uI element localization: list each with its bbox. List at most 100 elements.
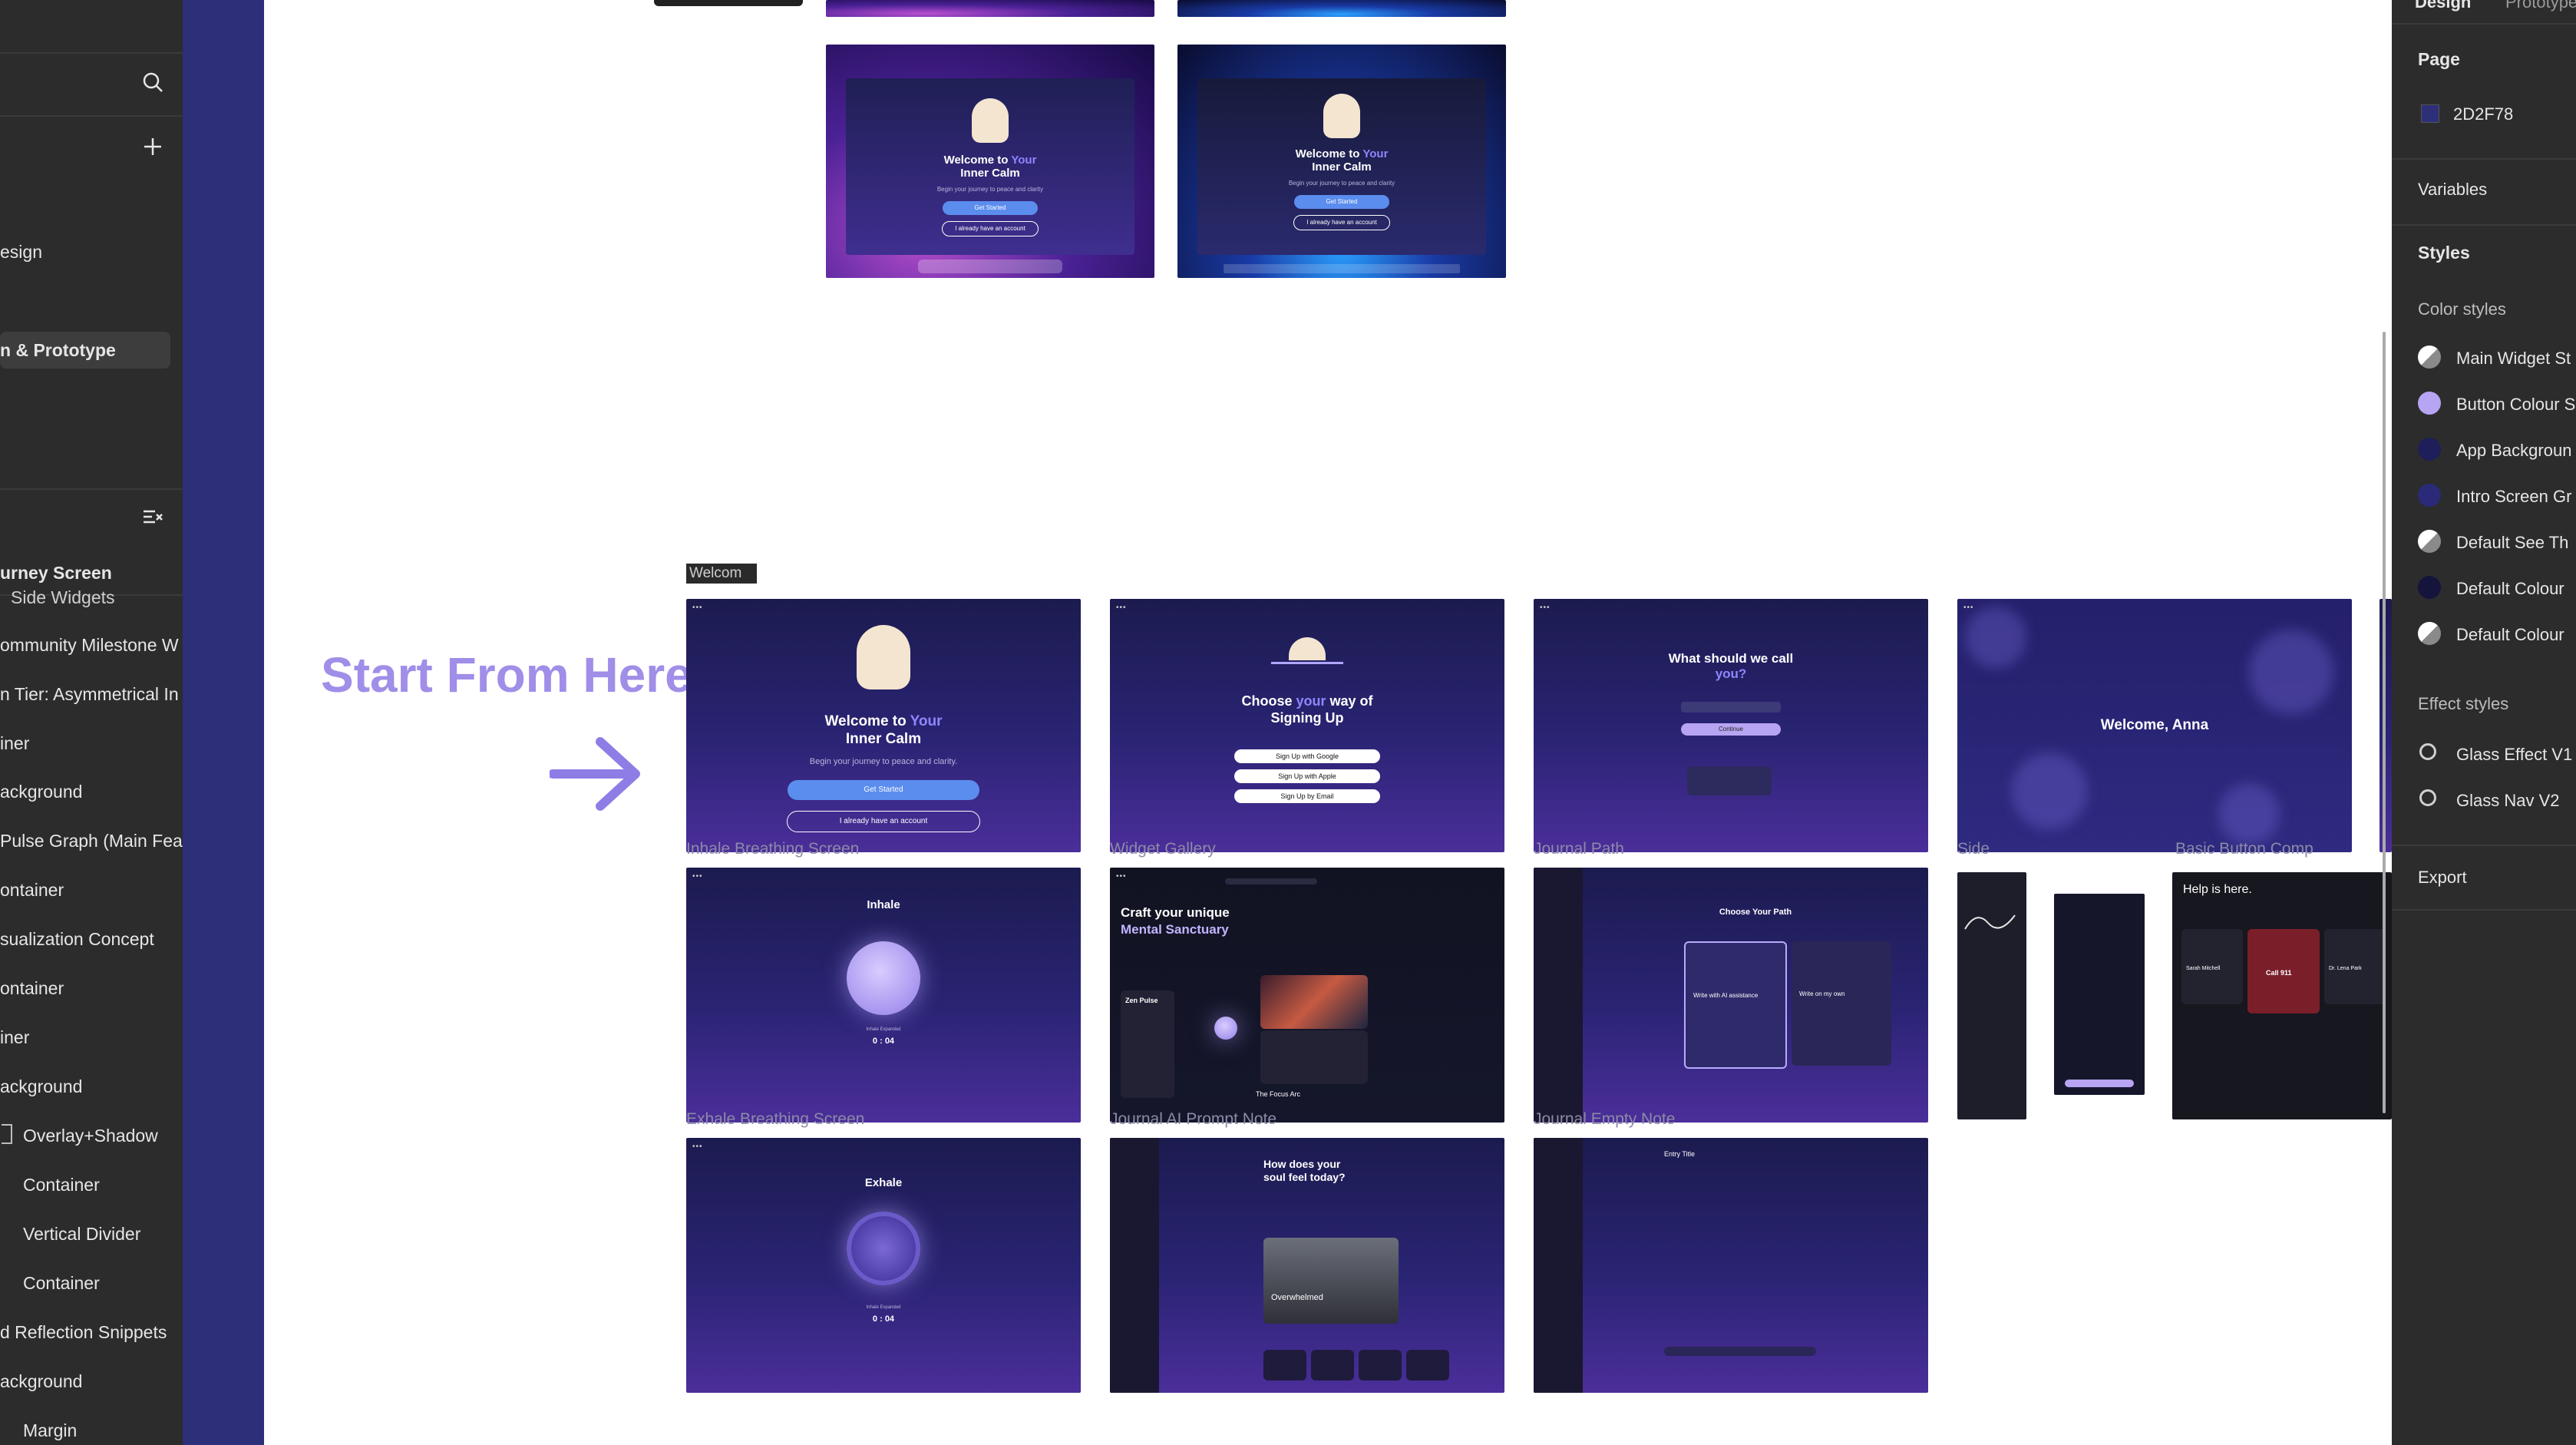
name-screen-frame[interactable]: ••• What should we call you? Continue [1534, 599, 1928, 852]
signup-screen-frame[interactable]: ••• Choose your way of Signing Up Sign Up… [1110, 599, 1504, 852]
ghost-mascot [972, 98, 1009, 143]
window-dots: ••• [692, 872, 703, 881]
frame-label: Journal Empty Note [1534, 1110, 1676, 1128]
color-style-swatch[interactable] [2418, 576, 2441, 599]
mood-image-card: Overwhelmed [1263, 1238, 1399, 1324]
export-label[interactable]: Export [2418, 868, 2467, 888]
layer-item[interactable]: Vertical Divider [23, 1212, 140, 1255]
layer-item[interactable]: iner [0, 1016, 29, 1059]
properties-panel: Design Prototype Page 2D2F78 Variables S… [2392, 0, 2576, 1445]
exhale-caption: Inhale Expanded [866, 1305, 901, 1310]
search-icon[interactable] [141, 71, 164, 94]
mood-chip [1311, 1350, 1354, 1381]
color-style-name[interactable]: Default Colour [2456, 625, 2564, 645]
effect-style-name[interactable]: Glass Effect V1 [2456, 745, 2572, 765]
frame-icon [2, 1124, 12, 1144]
layer-item[interactable]: d Reflection Snippets [0, 1311, 167, 1354]
color-style-name[interactable]: Button Colour S [2456, 395, 2575, 415]
windows-preview-top[interactable] [1177, 0, 1506, 17]
color-style-name[interactable]: Default See Th [2456, 533, 2568, 553]
layer-item[interactable]: sualization Concept [0, 918, 154, 961]
pulse-graph [1964, 914, 2016, 930]
variables-label[interactable]: Variables [2418, 180, 2487, 200]
windows-preview-frame[interactable]: Welcome to Your Inner Calm Begin your jou… [1177, 45, 1506, 278]
insights-frame[interactable] [1957, 872, 2026, 1119]
frame-label: Exhale Breathing Screen [686, 1110, 865, 1128]
entry-title: Entry Title [1664, 1150, 1696, 1158]
layer-item[interactable]: Container [23, 1163, 100, 1206]
layer-item[interactable]: iner [0, 722, 29, 765]
mood-journal-frame[interactable]: How does your soul feel today? Overwhelme… [1110, 1138, 1504, 1393]
color-style-name[interactable]: Intro Screen Gr [2456, 487, 2571, 507]
phone-button [2065, 1080, 2134, 1087]
color-style-swatch[interactable] [2418, 346, 2441, 369]
layer-item[interactable]: Pulse Graph (Main Fea [0, 819, 183, 862]
selection-handle [654, 0, 803, 6]
get-started-button: Get Started [788, 780, 979, 800]
page-item-design[interactable]: esign [0, 236, 42, 267]
layer-item[interactable]: ackground [0, 1065, 82, 1108]
welcome-anna-frame[interactable]: ••• Welcome, Anna [1957, 599, 2352, 852]
mood-chip [1406, 1350, 1449, 1381]
page-section-title: Page [2418, 49, 2460, 69]
color-style-swatch[interactable] [2418, 622, 2441, 645]
color-style-name[interactable]: Main Widget St [2456, 349, 2571, 369]
offscreen-frame[interactable] [2379, 599, 2392, 852]
help-title: Help is here. [2183, 883, 2252, 896]
inhale-timer: 0 : 04 [872, 1037, 895, 1046]
frame-name-tag[interactable]: Welcom [686, 564, 757, 584]
preview-primary-button: Get Started [1294, 195, 1389, 209]
layer-item[interactable]: Container [23, 1261, 100, 1304]
scrollbar[interactable] [2383, 332, 2386, 1113]
layer-item[interactable]: ontainer [0, 967, 64, 1010]
page-color-value[interactable]: 2D2F78 [2453, 104, 2513, 124]
add-page-icon[interactable] [141, 135, 164, 158]
layer-item[interactable]: ontainer [0, 868, 64, 911]
journal-sidebar [1534, 868, 1583, 1123]
entry-editor-frame[interactable]: Entry Title [1534, 1138, 1928, 1393]
app-window: Welcome to Your Inner Calm Begin your jou… [846, 78, 1134, 255]
color-style-name[interactable]: App Backgroun [2456, 441, 2571, 461]
color-style-swatch[interactable] [2418, 530, 2441, 553]
emergency-card: Call 911 [2247, 929, 2320, 1013]
effect-icon [2419, 743, 2436, 760]
exhale-screen-frame[interactable]: ••• Exhale Inhale Expanded 0 : 04 [686, 1138, 1081, 1393]
frame-label: Journal AI Prompt Note [1110, 1110, 1277, 1128]
color-style-swatch[interactable] [2418, 438, 2441, 461]
layer-item[interactable]: n Tier: Asymmetrical In [0, 673, 179, 716]
styles-section-title: Styles [2418, 243, 2470, 263]
name-title: What should we call you? [1668, 651, 1794, 681]
widget-gallery-frame[interactable]: ••• Craft your unique Mental Sanctuary Ze… [1110, 868, 1504, 1123]
page-item-prototype[interactable]: n & Prototype [0, 335, 116, 365]
color-style-name[interactable]: Default Colour [2456, 579, 2564, 599]
choose-path-frame[interactable]: Choose Your Path Write with AI assistanc… [1534, 868, 1928, 1123]
effect-style-name[interactable]: Glass Nav V2 [2456, 791, 2560, 811]
exhale-title: Exhale [864, 1176, 903, 1189]
orb-widget [1214, 1017, 1237, 1040]
tab-design[interactable]: Design [2415, 0, 2471, 12]
contact-card: Sarah Mitchell [2181, 929, 2243, 1004]
tab-prototype[interactable]: Prototype [2505, 0, 2576, 12]
mac-preview-frame[interactable]: Welcome to Your Inner Calm Begin your jou… [826, 45, 1154, 278]
ai-option-card: Write with AI assistance [1684, 941, 1787, 1069]
color-style-swatch[interactable] [2418, 484, 2441, 507]
page-color-swatch[interactable] [2421, 104, 2439, 123]
window-dots: ••• [1963, 603, 1974, 612]
mac-preview-top[interactable] [826, 0, 1154, 17]
welcome-screen-frame[interactable]: ••• Welcome to Your Inner Calm Begin your… [686, 599, 1081, 852]
layer-item[interactable]: ackground [0, 1360, 82, 1403]
layer-item[interactable]: Margin [23, 1409, 77, 1445]
frame-label: Side [1957, 840, 1990, 858]
layer-item[interactable]: Side Widgets [11, 576, 115, 619]
layer-item[interactable]: ommunity Milestone W [0, 623, 179, 666]
start-here-label: Start From Here [321, 647, 692, 703]
layer-item[interactable]: ackground [0, 770, 82, 813]
inhale-screen-frame[interactable]: ••• Inhale Inhale Expanded 0 : 04 [686, 868, 1081, 1123]
help-frame[interactable]: Help is here. Sarah Mitchell Call 911 Dr… [2172, 872, 2392, 1119]
color-style-swatch[interactable] [2418, 392, 2441, 415]
layer-item[interactable]: Overlay+Shadow [23, 1114, 158, 1157]
mood-chip [1263, 1350, 1306, 1381]
entry-phone-frame[interactable] [2054, 894, 2145, 1095]
existing-account-button: I already have an account [787, 811, 980, 832]
collapse-layers-icon[interactable] [141, 505, 164, 528]
